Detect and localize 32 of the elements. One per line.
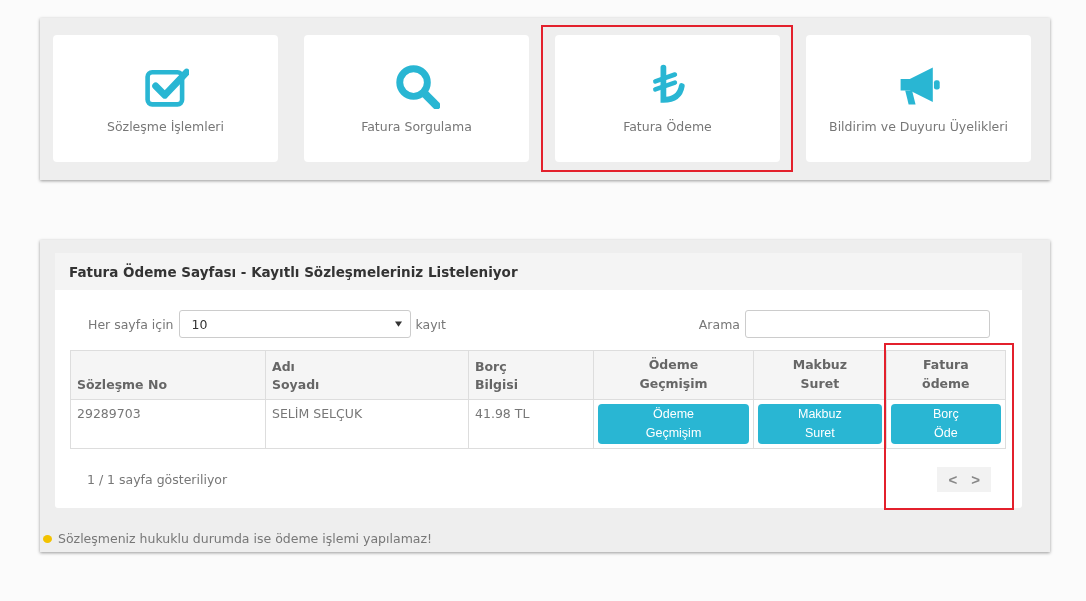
menu-tile[interactable]: Sözleşme İşlemleri [53, 35, 278, 162]
column-header: Makbuz Suret [753, 350, 887, 400]
page-size-label: Her sayfa için [88, 316, 174, 332]
page-size-select[interactable]: 10 [178, 310, 411, 338]
search-icon [393, 63, 440, 109]
page-size-suffix: kayıt [415, 316, 446, 332]
column-header: Fatura ödeme [886, 350, 1006, 400]
table-cell: SELİM SELÇUK [265, 399, 469, 448]
search-field[interactable] [745, 310, 990, 338]
column-header: Sözleşme No [70, 350, 266, 400]
column-header: Borç Bilgisi [468, 350, 594, 400]
page-info: 1 / 1 sayfa gösteriliyor [87, 471, 228, 487]
action-button[interactable]: Borç Öde [890, 404, 1001, 444]
tile-label: Sözleşme İşlemleri [107, 119, 224, 134]
tile-label: Bildirim ve Duyuru Üyelikleri [829, 119, 1008, 134]
menu-tile[interactable]: Fatura Ödeme [555, 35, 780, 162]
action-button[interactable]: Makbuz Suret [758, 404, 882, 444]
column-header: Adı Soyadı [265, 350, 469, 400]
column-header: Ödeme Geçmişim [593, 350, 754, 400]
previous-page-button[interactable]: < [943, 468, 963, 490]
next-page-button[interactable]: > [966, 468, 985, 490]
panel-title: Fatura Ödeme Sayfası - Kayıtlı Sözleşmeleriniz Listeleniyor [69, 263, 518, 280]
menu-tile[interactable]: Bildirim ve Duyuru Üyelikleri [806, 35, 1031, 162]
caret-icon [394, 321, 402, 327]
table-cell: 41.98 TL [468, 399, 594, 448]
table-cell: 29289703 [70, 399, 266, 448]
search-label: Arama [698, 316, 740, 332]
tile-label: Fatura Ödeme [623, 119, 712, 134]
menu-tile[interactable]: Fatura Sorgulama [304, 35, 529, 162]
action-button[interactable]: Ödeme Geçmişim [598, 404, 750, 444]
warning-note: Sözleşmeniz hukuklu durumda ise ödeme işlemi yapılamaz! [58, 531, 433, 546]
tile-label: Fatura Sorgulama [361, 119, 472, 134]
